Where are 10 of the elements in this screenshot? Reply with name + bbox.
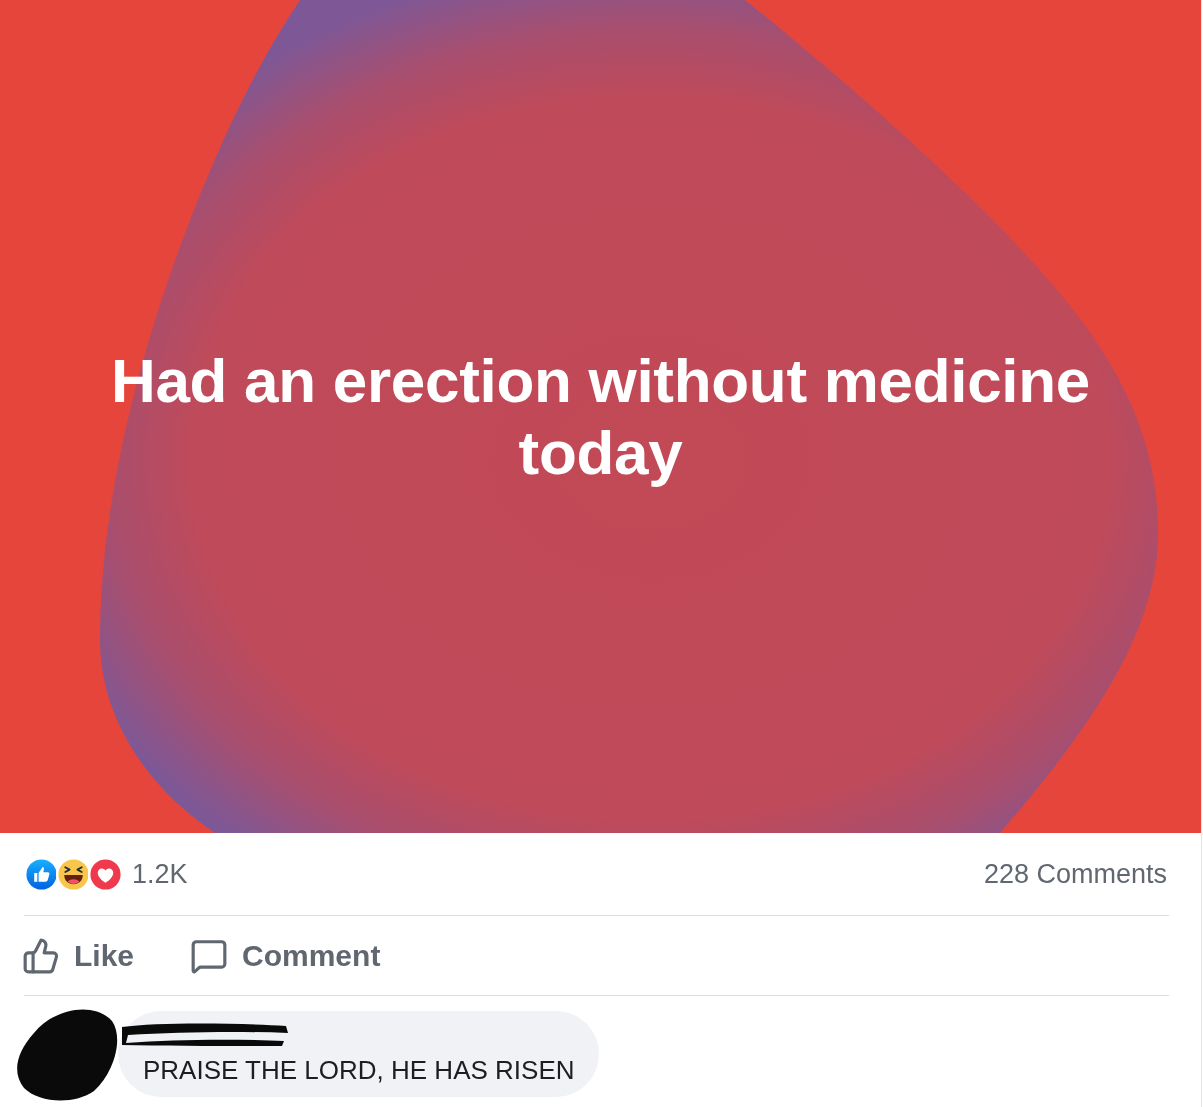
reaction-count[interactable]: 1.2K <box>132 858 188 890</box>
thumbs-up-icon <box>24 856 59 892</box>
comment-text: PRAISE THE LORD, HE HAS RISEN <box>143 1054 575 1087</box>
comment-button[interactable]: Comment <box>188 932 383 979</box>
laughing-face-icon <box>56 856 91 892</box>
post-text: Had an erection without medicine today <box>109 344 1092 489</box>
comment-count[interactable]: 228 Comments <box>983 858 1167 890</box>
like-button[interactable]: Like <box>20 932 137 979</box>
heart-icon <box>88 856 123 892</box>
thumbs-up-icon <box>22 936 60 975</box>
